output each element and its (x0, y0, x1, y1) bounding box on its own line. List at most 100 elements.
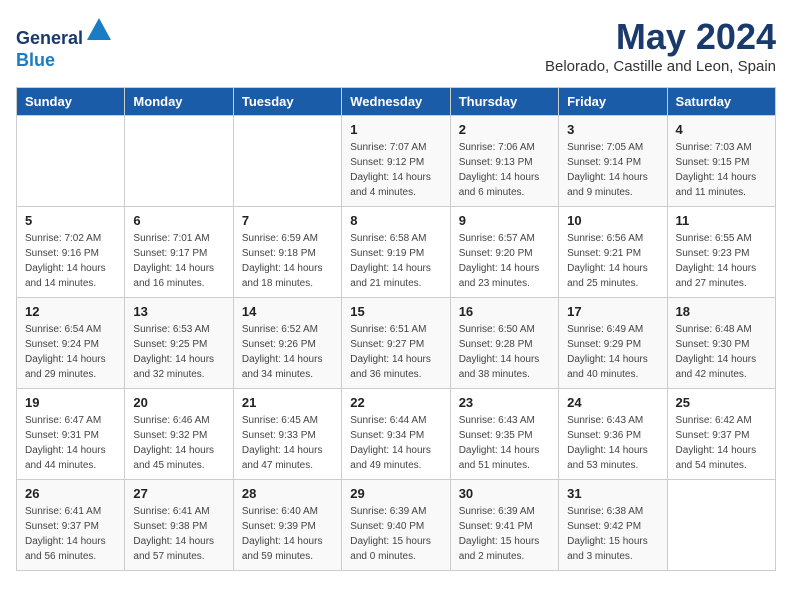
calendar-week-0: 1 Sunrise: 7:07 AM Sunset: 9:12 PM Daylig… (17, 116, 776, 207)
calendar-cell-w0-d4: 2 Sunrise: 7:06 AM Sunset: 9:13 PM Daylig… (450, 116, 558, 207)
calendar-cell-w3-d0: 19 Sunrise: 6:47 AM Sunset: 9:31 PM Dayli… (17, 389, 125, 480)
day-info: Sunrise: 6:56 AM Sunset: 9:21 PM Dayligh… (567, 231, 658, 291)
calendar-cell-w2-d1: 13Sunrise: 6:53 AM Sunset: 9:25 PM Dayli… (125, 298, 233, 389)
day-info: Sunrise: 6:58 AM Sunset: 9:19 PM Dayligh… (350, 231, 441, 291)
calendar-cell-w1-d2: 7 Sunrise: 6:59 AM Sunset: 9:18 PM Daylig… (233, 207, 341, 298)
calendar-table: Sunday Monday Tuesday Wednesday Thursday… (16, 87, 776, 571)
day-number: 24 (567, 395, 658, 410)
day-number: 30 (459, 486, 550, 501)
day-info: Sunrise: 6:47 AM Sunset: 9:31 PM Dayligh… (25, 413, 116, 473)
calendar-cell-w0-d0 (17, 116, 125, 207)
calendar-week-3: 19 Sunrise: 6:47 AM Sunset: 9:31 PM Dayli… (17, 389, 776, 480)
day-info: Sunrise: 6:48 AM Sunset: 9:30 PM Dayligh… (676, 322, 767, 382)
calendar-cell-w1-d5: 10 Sunrise: 6:56 AM Sunset: 9:21 PM Dayli… (559, 207, 667, 298)
page-header: General Blue May 2024 Belorado, Castille… (16, 16, 776, 75)
calendar-week-1: 5 Sunrise: 7:02 AM Sunset: 9:16 PM Daylig… (17, 207, 776, 298)
day-info: Sunrise: 6:43 AM Sunset: 9:36 PM Dayligh… (567, 413, 658, 473)
day-number: 9 (459, 213, 550, 228)
calendar-cell-w4-d4: 30 Sunrise: 6:39 AM Sunset: 9:41 PM Dayli… (450, 480, 558, 571)
day-number: 21 (242, 395, 333, 410)
calendar-cell-w4-d1: 27 Sunrise: 6:41 AM Sunset: 9:38 PM Dayli… (125, 480, 233, 571)
day-number: 8 (350, 213, 441, 228)
day-info: Sunrise: 6:57 AM Sunset: 9:20 PM Dayligh… (459, 231, 550, 291)
day-number: 1 (350, 122, 441, 137)
day-info: Sunrise: 6:43 AM Sunset: 9:35 PM Dayligh… (459, 413, 550, 473)
calendar-cell-w0-d1 (125, 116, 233, 207)
calendar-header-row: Sunday Monday Tuesday Wednesday Thursday… (17, 88, 776, 116)
day-info: Sunrise: 6:51 AM Sunset: 9:27 PM Dayligh… (350, 322, 441, 382)
calendar-cell-w1-d1: 6Sunrise: 7:01 AM Sunset: 9:17 PM Daylig… (125, 207, 233, 298)
month-title: May 2024 (545, 16, 776, 58)
location-subtitle: Belorado, Castille and Leon, Spain (545, 58, 776, 75)
day-info: Sunrise: 6:45 AM Sunset: 9:33 PM Dayligh… (242, 413, 333, 473)
calendar-cell-w2-d0: 12Sunrise: 6:54 AM Sunset: 9:24 PM Dayli… (17, 298, 125, 389)
calendar-cell-w3-d2: 21 Sunrise: 6:45 AM Sunset: 9:33 PM Dayli… (233, 389, 341, 480)
calendar-cell-w3-d1: 20 Sunrise: 6:46 AM Sunset: 9:32 PM Dayli… (125, 389, 233, 480)
day-info: Sunrise: 6:55 AM Sunset: 9:23 PM Dayligh… (676, 231, 767, 291)
calendar-cell-w1-d4: 9 Sunrise: 6:57 AM Sunset: 9:20 PM Daylig… (450, 207, 558, 298)
logo-general: General (16, 28, 83, 48)
day-info: Sunrise: 7:07 AM Sunset: 9:12 PM Dayligh… (350, 140, 441, 200)
calendar-cell-w2-d6: 18 Sunrise: 6:48 AM Sunset: 9:30 PM Dayli… (667, 298, 775, 389)
header-wednesday: Wednesday (342, 88, 450, 116)
calendar-cell-w4-d6 (667, 480, 775, 571)
day-number: 31 (567, 486, 658, 501)
day-info: Sunrise: 6:44 AM Sunset: 9:34 PM Dayligh… (350, 413, 441, 473)
calendar-cell-w3-d5: 24 Sunrise: 6:43 AM Sunset: 9:36 PM Dayli… (559, 389, 667, 480)
calendar-cell-w0-d3: 1 Sunrise: 7:07 AM Sunset: 9:12 PM Daylig… (342, 116, 450, 207)
calendar-cell-w2-d5: 17 Sunrise: 6:49 AM Sunset: 9:29 PM Dayli… (559, 298, 667, 389)
calendar-cell-w1-d6: 11 Sunrise: 6:55 AM Sunset: 9:23 PM Dayli… (667, 207, 775, 298)
day-number: 6 (133, 213, 224, 228)
day-number: 26 (25, 486, 116, 501)
day-number: 15 (350, 304, 441, 319)
day-number: 29 (350, 486, 441, 501)
day-info: Sunrise: 7:02 AM Sunset: 9:16 PM Dayligh… (25, 231, 116, 291)
day-info: Sunrise: 6:53 AM Sunset: 9:25 PM Dayligh… (133, 322, 224, 382)
calendar-cell-w1-d3: 8 Sunrise: 6:58 AM Sunset: 9:19 PM Daylig… (342, 207, 450, 298)
day-info: Sunrise: 6:39 AM Sunset: 9:41 PM Dayligh… (459, 504, 550, 564)
day-number: 12 (25, 304, 116, 319)
day-info: Sunrise: 6:38 AM Sunset: 9:42 PM Dayligh… (567, 504, 658, 564)
day-number: 14 (242, 304, 333, 319)
logo-blue: Blue (16, 50, 55, 70)
calendar-cell-w3-d4: 23Sunrise: 6:43 AM Sunset: 9:35 PM Dayli… (450, 389, 558, 480)
day-info: Sunrise: 6:40 AM Sunset: 9:39 PM Dayligh… (242, 504, 333, 564)
day-number: 19 (25, 395, 116, 410)
calendar-cell-w4-d2: 28Sunrise: 6:40 AM Sunset: 9:39 PM Dayli… (233, 480, 341, 571)
day-info: Sunrise: 6:52 AM Sunset: 9:26 PM Dayligh… (242, 322, 333, 382)
logo: General Blue (16, 16, 113, 71)
header-monday: Monday (125, 88, 233, 116)
calendar-cell-w2-d2: 14 Sunrise: 6:52 AM Sunset: 9:26 PM Dayli… (233, 298, 341, 389)
calendar-cell-w0-d5: 3 Sunrise: 7:05 AM Sunset: 9:14 PM Daylig… (559, 116, 667, 207)
day-info: Sunrise: 6:41 AM Sunset: 9:37 PM Dayligh… (25, 504, 116, 564)
day-info: Sunrise: 7:05 AM Sunset: 9:14 PM Dayligh… (567, 140, 658, 200)
day-number: 7 (242, 213, 333, 228)
day-number: 10 (567, 213, 658, 228)
calendar-cell-w0-d2 (233, 116, 341, 207)
calendar-cell-w4-d0: 26 Sunrise: 6:41 AM Sunset: 9:37 PM Dayli… (17, 480, 125, 571)
day-number: 4 (676, 122, 767, 137)
day-number: 3 (567, 122, 658, 137)
title-block: May 2024 Belorado, Castille and Leon, Sp… (545, 16, 776, 75)
day-number: 11 (676, 213, 767, 228)
day-info: Sunrise: 6:41 AM Sunset: 9:38 PM Dayligh… (133, 504, 224, 564)
calendar-cell-w3-d6: 25 Sunrise: 6:42 AM Sunset: 9:37 PM Dayli… (667, 389, 775, 480)
day-number: 27 (133, 486, 224, 501)
day-info: Sunrise: 6:42 AM Sunset: 9:37 PM Dayligh… (676, 413, 767, 473)
header-sunday: Sunday (17, 88, 125, 116)
calendar-week-4: 26 Sunrise: 6:41 AM Sunset: 9:37 PM Dayli… (17, 480, 776, 571)
day-info: Sunrise: 6:46 AM Sunset: 9:32 PM Dayligh… (133, 413, 224, 473)
day-info: Sunrise: 6:49 AM Sunset: 9:29 PM Dayligh… (567, 322, 658, 382)
day-info: Sunrise: 7:06 AM Sunset: 9:13 PM Dayligh… (459, 140, 550, 200)
day-number: 2 (459, 122, 550, 137)
day-info: Sunrise: 6:39 AM Sunset: 9:40 PM Dayligh… (350, 504, 441, 564)
header-friday: Friday (559, 88, 667, 116)
calendar-cell-w0-d6: 4Sunrise: 7:03 AM Sunset: 9:15 PM Daylig… (667, 116, 775, 207)
day-number: 18 (676, 304, 767, 319)
day-number: 20 (133, 395, 224, 410)
day-info: Sunrise: 6:50 AM Sunset: 9:28 PM Dayligh… (459, 322, 550, 382)
day-number: 5 (25, 213, 116, 228)
day-info: Sunrise: 6:59 AM Sunset: 9:18 PM Dayligh… (242, 231, 333, 291)
day-number: 25 (676, 395, 767, 410)
day-number: 17 (567, 304, 658, 319)
